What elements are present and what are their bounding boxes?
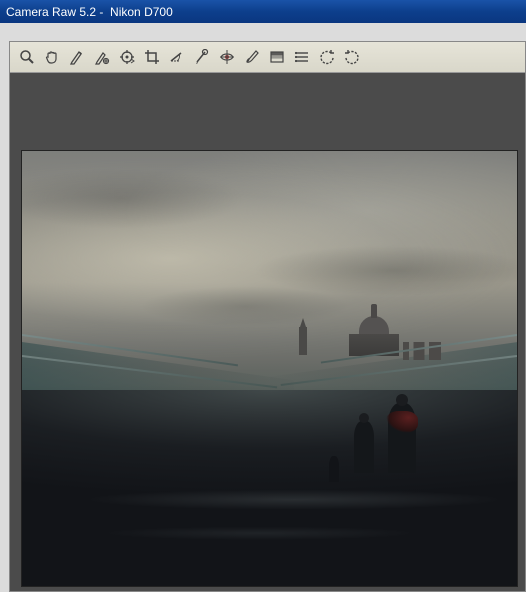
white-balance-tool-icon xyxy=(69,49,85,65)
targeted-adjustment-tool-button[interactable] xyxy=(116,46,138,68)
red-eye-removal-tool-icon xyxy=(219,49,235,65)
crop-tool-button[interactable] xyxy=(141,46,163,68)
photo-figure-3 xyxy=(329,456,339,482)
camera-model: Nikon D700 xyxy=(107,5,173,19)
app-name: Camera Raw 5.2 xyxy=(6,5,96,19)
title-separator: - xyxy=(96,5,107,19)
zoom-tool-button[interactable] xyxy=(16,46,38,68)
preferences-button[interactable] xyxy=(291,46,313,68)
color-sampler-tool-icon xyxy=(94,49,110,65)
white-balance-tool-button[interactable] xyxy=(66,46,88,68)
photo-figure-1 xyxy=(388,403,416,473)
camera-raw-window: Camera Raw 5.2 - Nikon D700 xyxy=(0,0,526,592)
photo-dome-building xyxy=(359,316,389,338)
rotate-cw-icon xyxy=(344,49,360,65)
zoom-tool-icon xyxy=(19,49,35,65)
hand-tool-button[interactable] xyxy=(41,46,63,68)
straighten-tool-button[interactable] xyxy=(166,46,188,68)
photo-figure-2 xyxy=(354,421,374,473)
preview-area xyxy=(10,73,525,591)
rotate-ccw-button[interactable] xyxy=(316,46,338,68)
main-panel xyxy=(9,41,526,592)
targeted-adjustment-tool-icon xyxy=(119,49,135,65)
graduated-filter-tool-button[interactable] xyxy=(266,46,288,68)
color-sampler-tool-button[interactable] xyxy=(91,46,113,68)
adjustment-brush-tool-icon xyxy=(244,49,260,65)
toolbar xyxy=(10,42,525,73)
spot-removal-tool-button[interactable] xyxy=(191,46,213,68)
graduated-filter-tool-icon xyxy=(269,49,285,65)
photo-preview[interactable] xyxy=(21,150,518,587)
rotate-ccw-icon xyxy=(319,49,335,65)
photo-tower xyxy=(299,327,307,355)
spot-removal-tool-icon xyxy=(194,49,210,65)
adjustment-brush-tool-button[interactable] xyxy=(241,46,263,68)
hand-tool-icon xyxy=(44,49,60,65)
straighten-tool-icon xyxy=(169,49,185,65)
photo-ground-reflection xyxy=(22,490,517,586)
titlebar: Camera Raw 5.2 - Nikon D700 xyxy=(0,0,526,23)
red-eye-removal-tool-button[interactable] xyxy=(216,46,238,68)
preferences-icon xyxy=(294,49,310,65)
content-area xyxy=(0,23,526,592)
rotate-cw-button[interactable] xyxy=(341,46,363,68)
crop-tool-icon xyxy=(144,49,160,65)
